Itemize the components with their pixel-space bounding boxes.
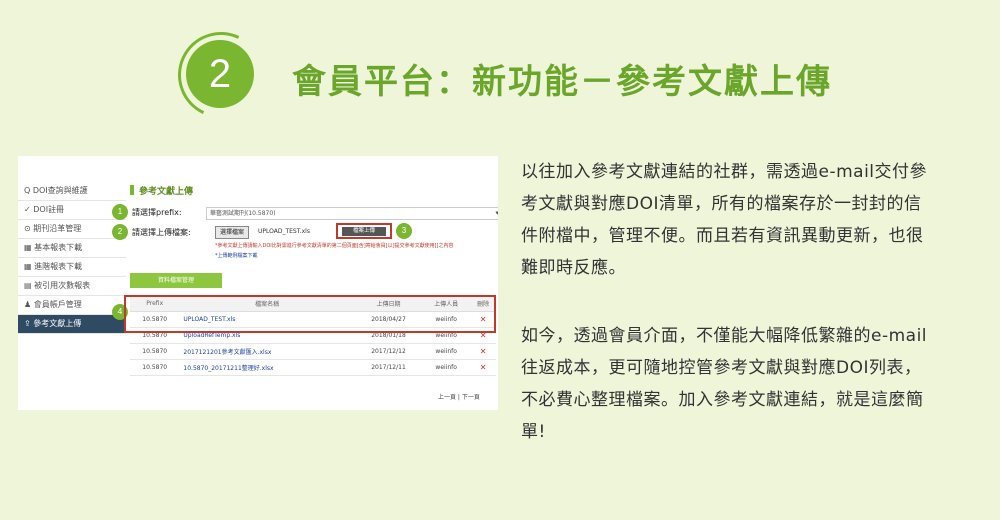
prefix-label: 請選擇prefix: — [132, 208, 182, 217]
upload-button-label: 檔案上傳 — [342, 227, 386, 236]
paragraph-line: 件附檔中，管理不便。而且若有資訊異動更新，也很 — [521, 226, 924, 246]
cell-prefix: 10.5870 — [130, 343, 180, 360]
sidebar-item-journal-history[interactable]: ⊙ 期刊沿革管理 — [18, 220, 126, 239]
delete-icon[interactable]: ✕ — [470, 359, 496, 376]
file-label: 請選擇上傳檔案: — [132, 228, 191, 237]
delete-icon[interactable]: ✕ — [470, 343, 496, 360]
upload-note: *參考文獻上傳請輸入DOI比對需進行參考文獻清單的第二個頁面[含]寄給會員[以]… — [215, 243, 454, 249]
prefix-select[interactable]: 華藝測試期刊(10.5870) — [206, 207, 498, 220]
sidebar-item-doi-register[interactable]: ✓ DOI註冊 — [18, 201, 126, 220]
sidebar-item-account[interactable]: ♟ 會員帳戶管理 — [18, 296, 126, 315]
title-row: 2 會員平台：新功能－參考文獻上傳 — [0, 19, 1000, 131]
sample-download-link[interactable]: *上傳範例檔案下載 — [215, 252, 258, 259]
paragraph-line: 以往加入參考文獻連結的社群，需透過e-mail交付參 — [521, 162, 928, 182]
sidebar-item-citation-report[interactable]: ▤ 被引用次數報表 — [18, 277, 126, 296]
callout-badge-3: 3 — [396, 223, 412, 239]
paragraph-before: 以往加入參考文獻連結的社群，需透過e-mail交付參 考文獻與對應DOI清單，所… — [521, 156, 969, 284]
paragraph-line: 難即時反應。 — [521, 258, 626, 278]
cell-date: 2017/12/11 — [354, 359, 423, 376]
paragraph-line: 單! — [521, 422, 546, 442]
cell-date: 2017/12/12 — [354, 343, 423, 360]
upload-button[interactable]: 檔案上傳 — [336, 223, 392, 239]
choose-file-button[interactable]: 選擇檔案 — [215, 226, 250, 239]
member-platform-screenshot: Q DOI查詢與維護 ✓ DOI註冊 ⊙ 期刊沿革管理 ▦ 基本報表下載 ▦ 進… — [18, 156, 498, 410]
file-management-button[interactable]: 資料檔案管理 — [130, 273, 222, 288]
table-row: 10.5870 2017121201參考文獻匯入.xlsx 2017/12/12… — [130, 343, 496, 360]
chosen-file-name: UPLOAD_TEST.xls — [258, 228, 310, 235]
sidebar-item-doi-query[interactable]: Q DOI查詢與維護 — [18, 182, 126, 201]
paragraph-after: 如今，透過會員介面，不僅能大幅降低繁雜的e-mail 往返成本，更可隨地控管參考… — [521, 320, 969, 448]
callout-badge-2: 2 — [112, 224, 128, 240]
sidebar: Q DOI查詢與維護 ✓ DOI註冊 ⊙ 期刊沿革管理 ▦ 基本報表下載 ▦ 進… — [18, 182, 126, 334]
cell-uploader: weiinfo — [422, 359, 471, 376]
table-row: 10.5870 10.5870_20171211整理好.xlsx 2017/12… — [130, 359, 496, 376]
callout-badge-1: 1 — [112, 204, 128, 220]
step-number-badge: 2 — [186, 40, 254, 108]
paragraph-line: 考文獻與對應DOI清單，所有的檔案存於一封封的信 — [521, 194, 922, 214]
sidebar-item-reference-upload[interactable]: ⇪ 參考文獻上傳 — [18, 315, 126, 334]
sidebar-item-basic-report[interactable]: ▦ 基本報表下載 — [18, 239, 126, 258]
paragraph-line: 如今，透過會員介面，不僅能大幅降低繁雜的e-mail — [521, 326, 928, 346]
panel-title: 參考文獻上傳 — [130, 184, 193, 197]
cell-filename-link[interactable]: 2017121201參考文獻匯入.xlsx — [179, 343, 355, 360]
cell-uploader: weiinfo — [422, 343, 471, 360]
cell-prefix: 10.5870 — [130, 359, 180, 376]
cell-filename-link[interactable]: 10.5870_20171211整理好.xlsx — [179, 359, 355, 376]
pagination[interactable]: 上一頁 | 下一頁 — [438, 392, 480, 401]
paragraph-line: 往返成本，更可隨地控管參考文獻與對應DOI列表， — [521, 358, 922, 378]
sidebar-item-advanced-report[interactable]: ▦ 進階報表下載 — [18, 258, 126, 277]
highlight-frame — [124, 295, 496, 333]
paragraph-line: 不必費心整理檔案。加入參考文獻連結，就是這麼簡 — [521, 390, 924, 410]
page-title: 會員平台：新功能－參考文獻上傳 — [292, 62, 832, 102]
